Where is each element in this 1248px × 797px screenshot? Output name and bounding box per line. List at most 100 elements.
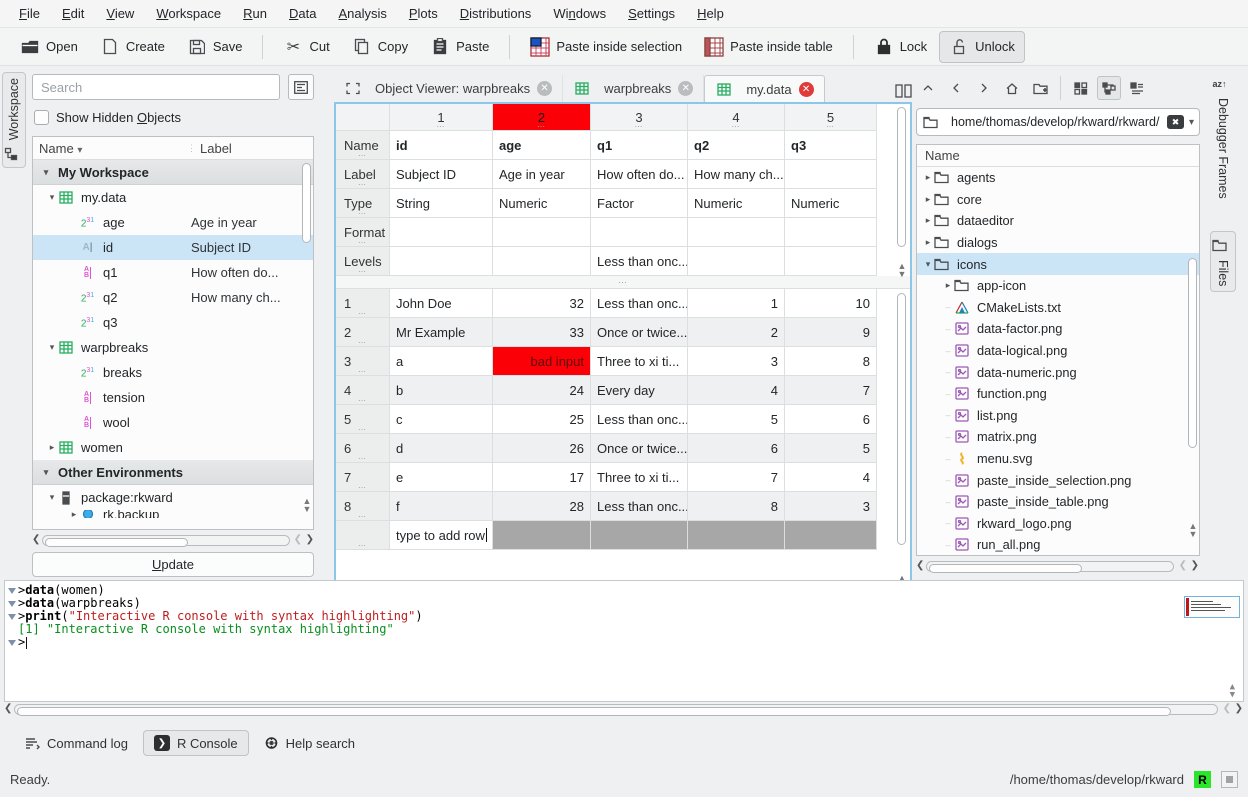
menu-analysis[interactable]: Analysis xyxy=(327,2,397,25)
tree-item-package-rkward[interactable]: ▾package:rkward xyxy=(33,485,313,510)
view-icons-button[interactable] xyxy=(1069,76,1093,100)
paste-button[interactable]: Paste xyxy=(420,31,499,63)
cell-r3-c3[interactable]: Three to xi ti... xyxy=(591,347,688,376)
meta-type-col3[interactable]: Factor xyxy=(591,189,688,218)
tree-section-other-environments[interactable]: ▾Other Environments xyxy=(33,460,313,485)
file-item-agents[interactable]: ▸agents xyxy=(917,167,1199,189)
cell-r2-c5[interactable]: 9 xyxy=(785,318,877,347)
meta-label-col4[interactable]: How many ch... xyxy=(688,160,785,189)
tool-tab-command-log[interactable]: Command log xyxy=(14,731,139,756)
clear-path-icon[interactable]: ✖ xyxy=(1167,115,1184,129)
cell-r4-c1[interactable]: b xyxy=(390,376,493,405)
cut-button[interactable]: ✂Cut xyxy=(273,31,339,63)
split-view-icon[interactable] xyxy=(895,84,912,98)
meta-name-col5[interactable]: q3 xyxy=(785,131,877,160)
row-header-8[interactable]: 8⋯ xyxy=(336,492,390,521)
file-item-data-logical-png[interactable]: –data-logical.png xyxy=(917,340,1199,362)
row-header-2[interactable]: 2⋯ xyxy=(336,318,390,347)
column-header-1[interactable]: 1⋯ xyxy=(390,104,493,131)
up-button[interactable] xyxy=(916,76,940,100)
cell-r5-c4[interactable]: 5 xyxy=(688,405,785,434)
file-item-paste-inside-selection-png[interactable]: –paste_inside_selection.png xyxy=(917,469,1199,491)
cell-r4-c4[interactable]: 4 xyxy=(688,376,785,405)
cell-r6-c3[interactable]: Once or twice... xyxy=(591,434,688,463)
tree-header[interactable]: Name ▾ ⋮ Label xyxy=(33,137,313,160)
menu-workspace[interactable]: Workspace xyxy=(145,2,232,25)
file-item-icons[interactable]: ▾icons xyxy=(917,253,1199,275)
chevron-down-icon[interactable]: ▾ xyxy=(47,342,57,353)
tree-item-wool[interactable]: ABwool xyxy=(33,410,313,435)
open-button[interactable]: Open xyxy=(10,31,88,63)
view-details-button[interactable] xyxy=(1125,76,1149,100)
column-header-2[interactable]: 2⋯ xyxy=(493,104,591,131)
cell-r2-c2[interactable]: 33 xyxy=(493,318,591,347)
chevron-down-icon[interactable]: ▾ xyxy=(923,259,933,270)
cell-r6-c4[interactable]: 6 xyxy=(688,434,785,463)
chevron-down-icon[interactable]: ▾ xyxy=(1189,117,1194,128)
files-vscrollbar[interactable]: ▲▼ xyxy=(1187,168,1199,538)
cell-r7-c1[interactable]: e xyxy=(390,463,493,492)
meta-levels-col5[interactable] xyxy=(785,247,877,276)
file-item-data-factor-png[interactable]: –data-factor.png xyxy=(917,318,1199,340)
cell-r3-c4[interactable]: 3 xyxy=(688,347,785,376)
cell-r6-c1[interactable]: d xyxy=(390,434,493,463)
close-icon[interactable]: ✕ xyxy=(799,82,814,97)
chevron-right-icon[interactable]: ▸ xyxy=(923,237,933,248)
file-item-rkward-logo-png[interactable]: –rkward_logo.png xyxy=(917,513,1199,535)
meta-name-col3[interactable]: q1 xyxy=(591,131,688,160)
file-item-dataeditor[interactable]: ▸dataeditor xyxy=(917,210,1199,232)
cell-r2-c1[interactable]: Mr Example xyxy=(390,318,493,347)
menu-run[interactable]: Run xyxy=(232,2,278,25)
chevron-down-icon[interactable]: ▾ xyxy=(47,492,57,503)
chevron-right-icon[interactable]: ▸ xyxy=(47,442,57,453)
row-header-7[interactable]: 7⋯ xyxy=(336,463,390,492)
tool-tab-r-console[interactable]: ❯R Console xyxy=(143,730,249,756)
menu-edit[interactable]: Edit xyxy=(51,2,95,25)
cell-r3-c1[interactable]: a xyxy=(390,347,493,376)
tree-item-women[interactable]: ▸women xyxy=(33,435,313,460)
meta-format-col4[interactable] xyxy=(688,218,785,247)
meta-levels-col4[interactable] xyxy=(688,247,785,276)
forward-button[interactable] xyxy=(972,76,996,100)
meta-type-col1[interactable]: String xyxy=(390,189,493,218)
stop-button[interactable] xyxy=(1221,771,1238,788)
file-item-cmakelists-txt[interactable]: –CMakeLists.txt xyxy=(917,297,1199,319)
menu-windows[interactable]: Windows xyxy=(542,2,617,25)
files-header[interactable]: Name xyxy=(917,145,1199,167)
workspace-tree-vscrollbar[interactable]: ▲▼ xyxy=(301,161,313,513)
back-button[interactable] xyxy=(944,76,968,100)
meta-format-col1[interactable] xyxy=(390,218,493,247)
column-header-5[interactable]: 5⋯ xyxy=(785,104,877,131)
tree-item-age[interactable]: 231ageAge in year xyxy=(33,210,313,235)
column-header-3[interactable]: 3⋯ xyxy=(591,104,688,131)
tree-item-tension[interactable]: ABtension xyxy=(33,385,313,410)
tab-my-data[interactable]: my.data✕ xyxy=(704,75,824,102)
close-icon[interactable]: ✕ xyxy=(537,81,552,96)
tree-section-my-workspace[interactable]: ▾My Workspace xyxy=(33,160,313,185)
meta-label-col2[interactable]: Age in year xyxy=(493,160,591,189)
column-header-4[interactable]: 4⋯ xyxy=(688,104,785,131)
meta-format-col3[interactable] xyxy=(591,218,688,247)
tree-item-id[interactable]: A|idSubject ID xyxy=(33,235,313,260)
menu-settings[interactable]: Settings xyxy=(617,2,686,25)
menu-plots[interactable]: Plots xyxy=(398,2,449,25)
cell-r2-c4[interactable]: 2 xyxy=(688,318,785,347)
show-hidden-checkbox[interactable] xyxy=(34,110,49,125)
add-row-cell-5[interactable] xyxy=(785,521,877,550)
save-button[interactable]: Save xyxy=(177,31,253,63)
add-row-cell-3[interactable] xyxy=(591,521,688,550)
cell-r7-c5[interactable]: 4 xyxy=(785,463,877,492)
home-button[interactable] xyxy=(1000,76,1024,100)
pane-splitter[interactable]: ⋯ xyxy=(336,276,910,289)
cell-r8-c1[interactable]: f xyxy=(390,492,493,521)
tree-item-q1[interactable]: ABq1How often do... xyxy=(33,260,313,285)
paste-inside-selection-button[interactable]: Paste inside selection xyxy=(520,31,692,63)
file-item-matrix-png[interactable]: –matrix.png xyxy=(917,426,1199,448)
chevron-right-icon[interactable]: ▸ xyxy=(923,194,933,205)
add-row-cell-2[interactable] xyxy=(493,521,591,550)
file-item-dialogs[interactable]: ▸dialogs xyxy=(917,232,1199,254)
meta-type-col4[interactable]: Numeric xyxy=(688,189,785,218)
console-minimap[interactable] xyxy=(1184,596,1240,618)
meta-type-col2[interactable]: Numeric xyxy=(493,189,591,218)
meta-label-col3[interactable]: How often do... xyxy=(591,160,688,189)
